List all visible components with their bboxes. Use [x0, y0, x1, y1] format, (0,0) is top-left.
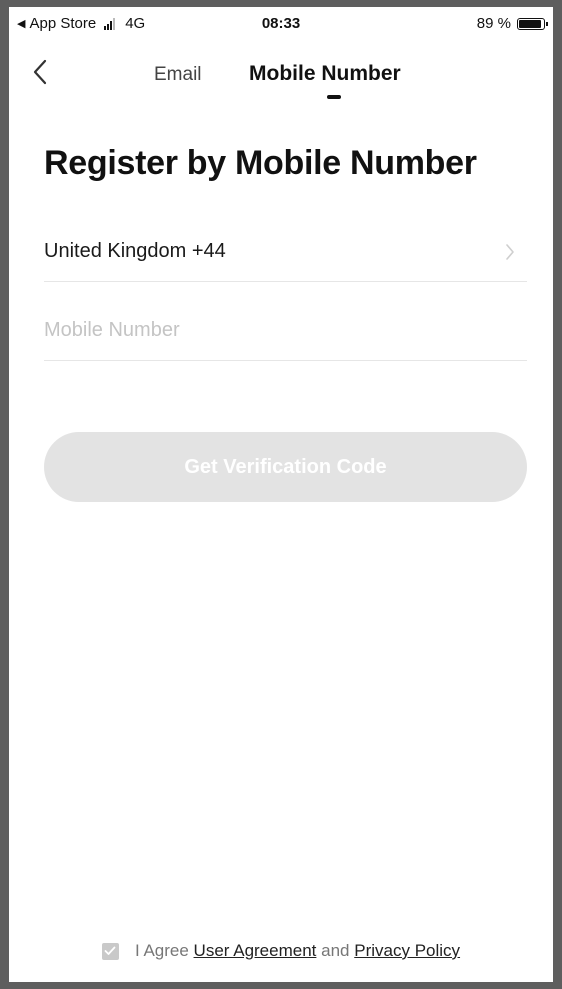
checkmark-icon	[105, 946, 116, 955]
chevron-right-icon	[506, 244, 514, 260]
chevron-left-icon	[33, 59, 47, 85]
country-code-label: United Kingdom +44	[44, 240, 226, 262]
tab-mobile-number[interactable]: Mobile Number	[249, 62, 401, 86]
country-selector[interactable]: United Kingdom +44	[44, 229, 527, 282]
status-bar: ◀ App Store 4G 08:33 89 %	[9, 7, 553, 41]
agreement-row: I Agree User Agreement and Privacy Polic…	[9, 941, 553, 961]
agree-prefix: I Agree	[134, 941, 189, 960]
phone-screen: ◀ App Store 4G 08:33 89 % Email Mobile N…	[0, 0, 562, 989]
agree-conjunction: and	[321, 941, 350, 960]
battery-icon	[517, 17, 548, 30]
user-agreement-link[interactable]: User Agreement	[194, 941, 317, 961]
agree-checkbox[interactable]	[101, 942, 119, 960]
page-title: Register by Mobile Number	[44, 144, 477, 182]
get-verification-code-button[interactable]: Get Verification Code	[44, 432, 527, 502]
privacy-policy-link[interactable]: Privacy Policy	[354, 941, 460, 961]
active-tab-indicator	[327, 95, 341, 99]
status-right: 89 %	[476, 15, 548, 32]
back-button[interactable]	[25, 55, 55, 89]
mobile-number-input[interactable]	[44, 300, 527, 361]
status-time: 08:33	[261, 15, 301, 32]
tab-email[interactable]: Email	[154, 64, 202, 86]
battery-percent: 89 %	[476, 15, 511, 32]
